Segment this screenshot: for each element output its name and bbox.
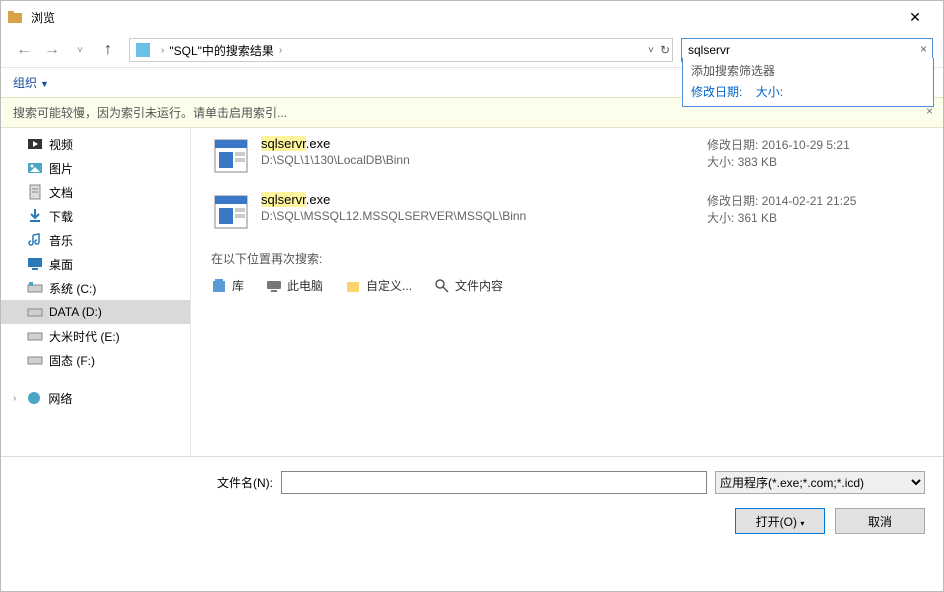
window-title: 浏览: [31, 9, 55, 26]
location-icon: [136, 43, 150, 57]
result-path: D:\SQL\1\130\LocalDB\Binn: [261, 153, 707, 167]
sidebar-item-label: 音乐: [49, 232, 73, 249]
result-meta: 修改日期: 2016-10-29 5:21大小: 383 KB: [707, 136, 927, 176]
drive-icon: [27, 304, 43, 320]
document-icon: [27, 184, 43, 200]
sidebar-item-video[interactable]: 视频: [1, 132, 190, 156]
address-dropdown-icon[interactable]: ˅: [648, 45, 654, 56]
network-icon: [26, 390, 42, 406]
sidebar-item-document[interactable]: 文档: [1, 180, 190, 204]
sidebar-item-drive[interactable]: 大米时代 (E:): [1, 324, 190, 348]
sidebar-item-label: 桌面: [49, 256, 73, 273]
results-pane: sqlservr.exeD:\SQL\1\130\LocalDB\Binn修改日…: [191, 128, 943, 456]
result-path: D:\SQL\MSSQL12.MSSQLSERVER\MSSQL\Binn: [261, 209, 707, 223]
filter-date[interactable]: 修改日期:: [691, 85, 742, 99]
drive-icon: [27, 328, 43, 344]
result-filename: sqlservr.exe: [261, 136, 707, 151]
sidebar-item-drive[interactable]: 固态 (F:): [1, 348, 190, 372]
sidebar-item-download[interactable]: 下载: [1, 204, 190, 228]
refresh-icon[interactable]: ↻: [660, 43, 670, 57]
clear-search-icon[interactable]: ×: [920, 42, 927, 56]
dropdown-header: 添加搜索筛选器: [691, 62, 925, 79]
result-filename: sqlservr.exe: [261, 192, 707, 207]
sidebar-item-drive-win[interactable]: 系统 (C:): [1, 276, 190, 300]
browse-icon: [7, 9, 23, 25]
open-button[interactable]: 打开(O) ▾: [735, 508, 825, 534]
sidebar-item-label: 图片: [49, 160, 73, 177]
filename-input[interactable]: [281, 471, 707, 494]
sidebar-item-music[interactable]: 音乐: [1, 228, 190, 252]
video-icon: [27, 136, 43, 152]
search-filecontent[interactable]: 文件内容: [434, 277, 503, 294]
search-filter-dropdown: 添加搜索筛选器 修改日期: 大小:: [682, 58, 934, 107]
result-meta: 修改日期: 2014-02-21 21:25大小: 361 KB: [707, 192, 927, 232]
search-custom[interactable]: 自定义...: [345, 277, 412, 294]
chevron-right-icon: ›: [279, 45, 282, 56]
chevron-right-icon: ›: [13, 393, 16, 404]
filetype-select[interactable]: 应用程序(*.exe;*.com;*.icd): [715, 471, 925, 494]
back-button[interactable]: ←: [11, 37, 37, 63]
chevron-down-icon: ▼: [40, 79, 49, 89]
exe-icon: [211, 136, 251, 176]
organize-button[interactable]: 组织▼: [13, 74, 49, 91]
sidebar-item-label: 视频: [49, 136, 73, 153]
cancel-button[interactable]: 取消: [835, 508, 925, 534]
search-result[interactable]: sqlservr.exe D:\SQL\MSSQL12.MSSQLSERVER\M…: [191, 184, 943, 240]
exe-icon: [211, 192, 251, 232]
sidebar-item-network[interactable]: › 网络: [1, 386, 190, 410]
search-library[interactable]: 库: [211, 277, 244, 294]
address-bar[interactable]: › "SQL"中的搜索结果 › ˅ ↻: [129, 38, 673, 62]
up-button[interactable]: ↑: [95, 37, 121, 63]
sidebar-item-label: 文档: [49, 184, 73, 201]
close-button[interactable]: ✕: [893, 2, 937, 32]
sidebar-item-desktop[interactable]: 桌面: [1, 252, 190, 276]
filename-label: 文件名(N):: [217, 474, 273, 491]
sidebar-item-picture[interactable]: 图片: [1, 156, 190, 180]
drive-icon: [27, 352, 43, 368]
search-result[interactable]: sqlservr.exe D:\SQL\1\130\LocalDB\Binn修改日…: [191, 128, 943, 184]
sidebar-item-drive[interactable]: DATA (D:): [1, 300, 190, 324]
search-thispc[interactable]: 此电脑: [266, 277, 323, 294]
filter-size[interactable]: 大小:: [756, 85, 783, 99]
sidebar-item-label: 固态 (F:): [49, 352, 95, 369]
sidebar: 视频图片文档下载音乐桌面系统 (C:) DATA (D:) 大米时代 (E:) 固态 …: [1, 128, 191, 456]
search-again-label: 在以下位置再次搜索:: [211, 250, 923, 267]
chevron-right-icon: ›: [161, 45, 164, 56]
drive-win-icon: [27, 280, 43, 296]
forward-button[interactable]: →: [39, 37, 65, 63]
download-icon: [27, 208, 43, 224]
recent-dropdown[interactable]: ˅: [67, 37, 93, 63]
sidebar-item-label: 大米时代 (E:): [49, 328, 120, 345]
breadcrumb: "SQL"中的搜索结果: [169, 42, 274, 59]
picture-icon: [27, 160, 43, 176]
desktop-icon: [27, 256, 43, 272]
sidebar-item-label: 网络: [48, 390, 72, 407]
music-icon: [27, 232, 43, 248]
sidebar-item-label: 系统 (C:): [49, 280, 96, 297]
sidebar-item-label: DATA (D:): [49, 305, 102, 319]
sidebar-item-label: 下载: [49, 208, 73, 225]
